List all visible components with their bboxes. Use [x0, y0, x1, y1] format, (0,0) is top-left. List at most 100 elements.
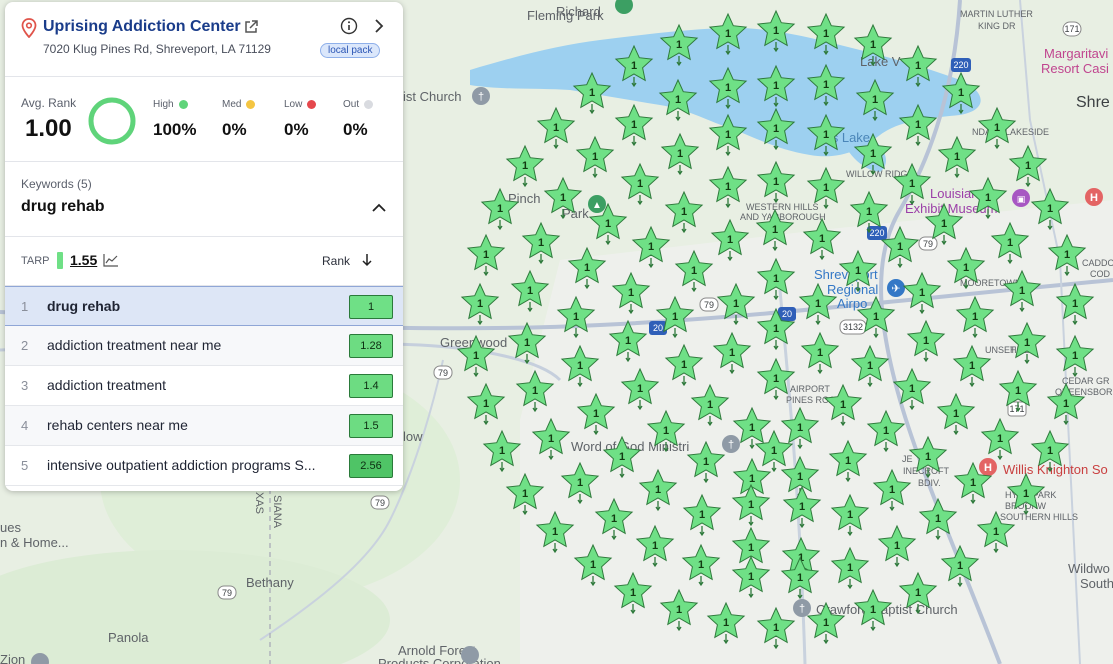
- chevron-up-icon[interactable]: [371, 202, 387, 214]
- pin-rank-label: 1: [663, 425, 669, 437]
- stat-high-label: High: [153, 99, 174, 110]
- pin-rank-label: 1: [573, 311, 579, 323]
- stat-out: Out 0%: [343, 99, 374, 140]
- stat-high: High 100%: [153, 99, 196, 140]
- map-label: Shre: [1076, 94, 1110, 111]
- pin-rank-label: 1: [819, 233, 825, 245]
- keyword-row[interactable]: 3 addiction treatment 1.4: [5, 366, 403, 406]
- pin-rank-label: 1: [637, 383, 643, 395]
- pin-rank-label: 1: [1064, 249, 1070, 261]
- keywords-count-label: Keywords (5): [21, 177, 92, 191]
- pin-rank-label: 1: [727, 234, 733, 246]
- pin-rank-label: 1: [897, 241, 903, 253]
- shield-label: 220: [869, 228, 884, 238]
- external-link-icon[interactable]: [243, 19, 259, 35]
- pin-rank-label: 1: [699, 509, 705, 521]
- chevron-right-icon[interactable]: [370, 17, 388, 35]
- pin-rank-label: 1: [953, 408, 959, 420]
- rank-stats: Avg. Rank 1.00 High 100% Med 0% Low 0% O…: [5, 77, 403, 162]
- park-icon: ▲: [588, 195, 606, 213]
- pin-rank-label: 1: [593, 408, 599, 420]
- pin-rank-label: 1: [799, 501, 805, 513]
- map-label: MARTIN LUTHER: [960, 9, 1033, 19]
- map-label: low: [403, 429, 423, 444]
- pin-rank-label: 1: [797, 572, 803, 584]
- high-dot-icon: [178, 100, 188, 109]
- pin-rank-label: 1: [748, 571, 754, 583]
- pin-rank-label: 1: [698, 559, 704, 571]
- pin-rank-label: 1: [749, 473, 755, 485]
- keyword-row[interactable]: 4 rehab centers near me 1.5: [5, 406, 403, 446]
- pin-rank-label: 1: [628, 287, 634, 299]
- keyword-selector[interactable]: Keywords (5) drug rehab: [5, 162, 403, 237]
- pin-rank-label: 1: [773, 123, 779, 135]
- keyword-row[interactable]: 5 intensive outpatient addiction programs…: [5, 446, 403, 486]
- pin-rank-label: 1: [847, 509, 853, 521]
- keyword-text: drug rehab: [47, 298, 121, 314]
- stat-low-label: Low: [284, 99, 303, 110]
- keyword-index: 2: [21, 338, 29, 353]
- pin-rank-label: 1: [477, 298, 483, 310]
- pin-rank-label: 1: [941, 218, 947, 230]
- pin-rank-label: 1: [473, 350, 479, 362]
- map-label: JE: [902, 454, 913, 464]
- pin-rank-label: 1: [855, 265, 861, 277]
- pin-rank-label: 1: [524, 337, 530, 349]
- pin-rank-label: 1: [935, 513, 941, 525]
- highway-shield-171: 171: [1062, 21, 1082, 37]
- map-label: NDALE-LAKESIDE: [972, 127, 1049, 137]
- map-label: COD: [1090, 269, 1111, 279]
- pin-rank-label: 1: [748, 499, 754, 511]
- shield-label: 3132: [843, 322, 863, 332]
- pin-rank-label: 1: [655, 484, 661, 496]
- pin-rank-label: 1: [625, 335, 631, 347]
- pin-rank-label: 1: [925, 451, 931, 463]
- keyword-avg-rank: 1: [349, 295, 393, 319]
- pin-rank-label: 1: [867, 360, 873, 372]
- map-label: CEDAR GR: [1062, 376, 1110, 386]
- keyword-text: intensive outpatient addiction programs …: [47, 457, 316, 473]
- pin-rank-label: 1: [823, 79, 829, 91]
- map-label: Willis Knighton So: [1003, 462, 1108, 477]
- keyword-row[interactable]: 1 drug rehab 1: [5, 286, 403, 326]
- pin-rank-label: 1: [677, 148, 683, 160]
- pin-rank-label: 1: [723, 617, 729, 629]
- pin-rank-label: 1: [773, 25, 779, 37]
- highway-shield-79: 79: [433, 365, 453, 380]
- svg-text:†: †: [478, 91, 484, 103]
- keyword-avg-rank: 1.4: [349, 374, 393, 398]
- avg-rank-label: Avg. Rank: [21, 96, 77, 110]
- shield-label: 79: [704, 300, 714, 310]
- stat-out-value: 0%: [343, 120, 368, 139]
- svg-text:H: H: [1090, 192, 1098, 204]
- pin-rank-label: 1: [676, 604, 682, 616]
- pin-rank-label: 1: [771, 445, 777, 457]
- rank-sort-label[interactable]: Rank: [322, 254, 350, 268]
- map-label: Margaritavi: [1044, 46, 1108, 61]
- arrow-down-icon[interactable]: [361, 253, 373, 267]
- rank-panel: Uprising Addiction Center 7020 Klug Pine…: [5, 2, 403, 491]
- selected-keyword: drug rehab: [21, 198, 105, 215]
- tarp-value[interactable]: 1.55: [70, 252, 97, 268]
- keyword-row[interactable]: 2 addiction treatment near me 1.28: [5, 326, 403, 366]
- highway-shield-79: 79: [918, 236, 938, 251]
- business-name[interactable]: Uprising Addiction Center: [43, 18, 241, 36]
- pin-rank-label: 1: [725, 28, 731, 40]
- pin-rank-label: 1: [749, 422, 755, 434]
- tarp-indicator: [57, 252, 63, 269]
- shield-label: 220: [953, 60, 968, 70]
- pin-rank-label: 1: [894, 540, 900, 552]
- pin-rank-label: 1: [584, 262, 590, 274]
- pin-rank-label: 1: [840, 399, 846, 411]
- pin-rank-label: 1: [1015, 385, 1021, 397]
- pin-rank-label: 1: [691, 265, 697, 277]
- pin-rank-label: 1: [773, 273, 779, 285]
- map-label: ist Church: [403, 89, 462, 104]
- info-icon[interactable]: [340, 17, 358, 35]
- pin-rank-label: 1: [915, 60, 921, 72]
- museum-icon: ▣: [1012, 189, 1030, 207]
- highway-shield-79: 79: [370, 495, 390, 510]
- business-header: Uprising Addiction Center 7020 Klug Pine…: [5, 2, 403, 77]
- trend-chart-icon[interactable]: [103, 253, 119, 267]
- pin-rank-label: 1: [817, 347, 823, 359]
